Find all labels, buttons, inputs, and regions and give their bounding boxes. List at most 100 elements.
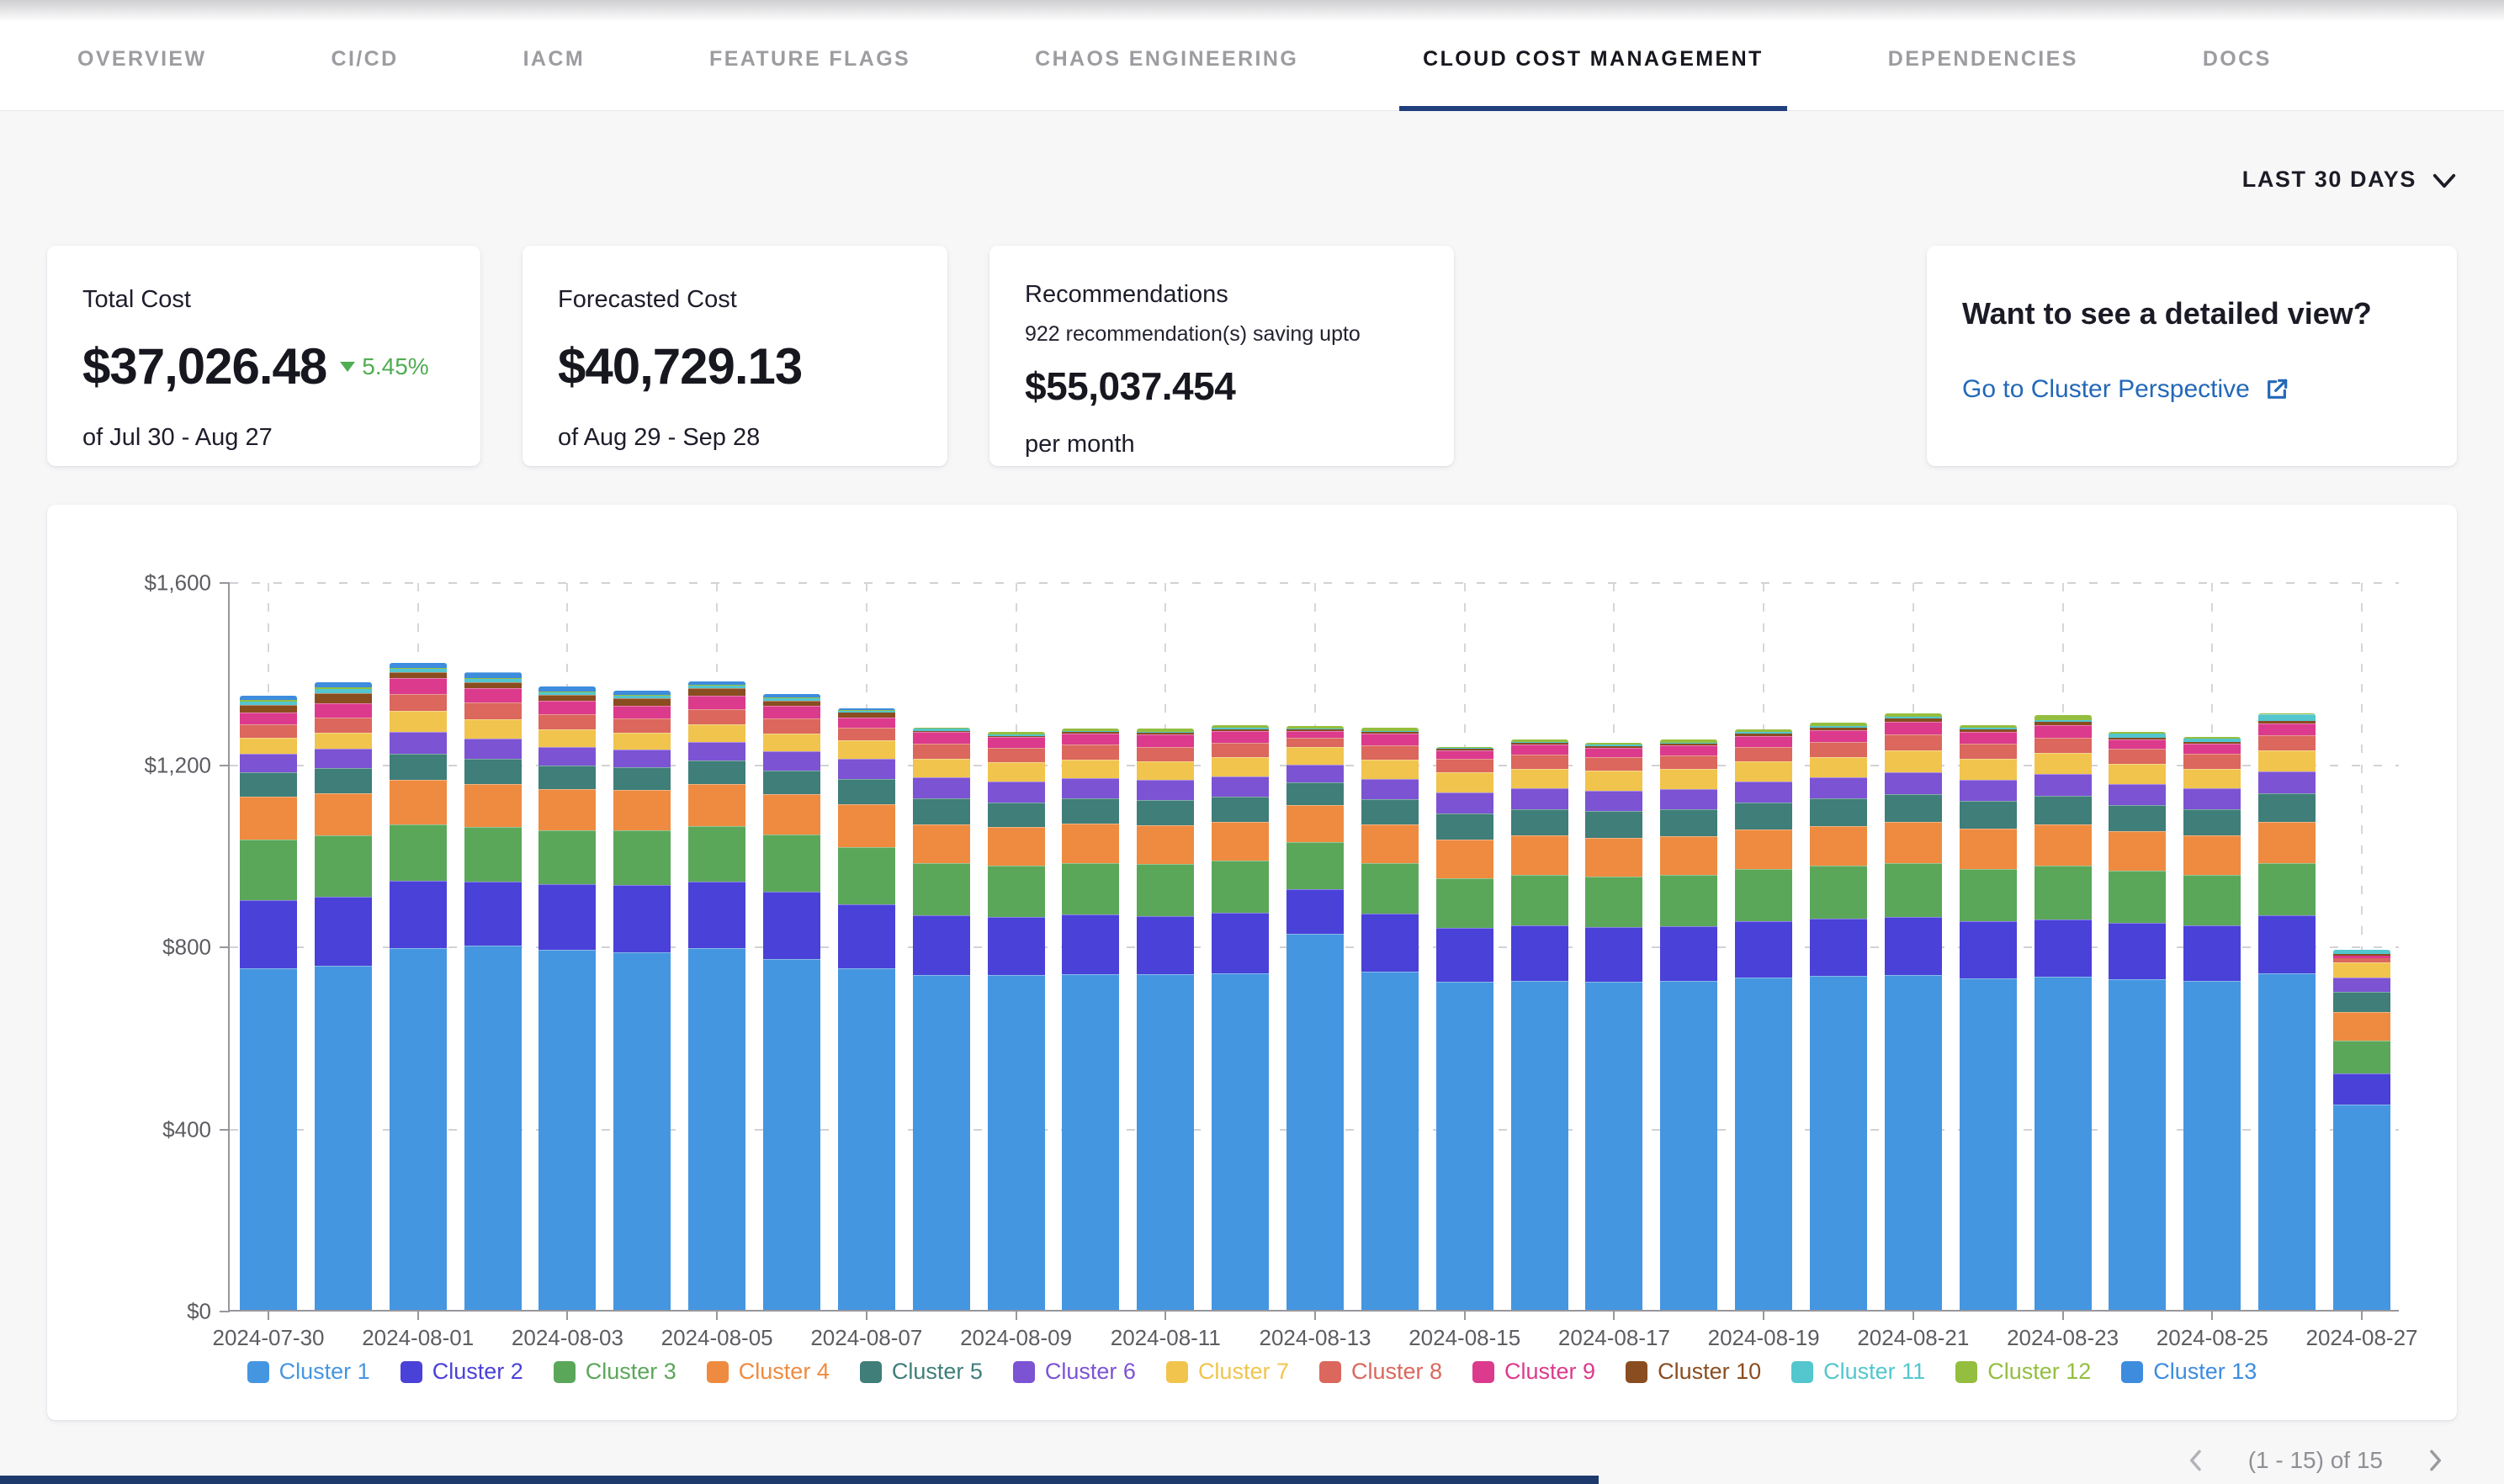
bar-2024-08-17[interactable]: [1585, 743, 1642, 1310]
legend-item-cluster-6[interactable]: Cluster 6: [1013, 1359, 1136, 1385]
bar-2024-08-09[interactable]: [988, 732, 1045, 1310]
bar-segment-cluster-5: [2333, 992, 2390, 1012]
bar-2024-08-02[interactable]: [464, 672, 522, 1310]
bar-segment-cluster-4: [1137, 825, 1194, 864]
bar-2024-08-11[interactable]: [1137, 729, 1194, 1310]
bar-2024-08-16[interactable]: [1511, 739, 1568, 1310]
bar-segment-cluster-5: [538, 766, 596, 789]
bar-segment-cluster-4: [1735, 829, 1792, 870]
module-tab-bar: OVERVIEW CI/CD IACM FEATURE FLAGS CHAOS ENGI…: [0, 0, 2504, 111]
chevron-left-icon[interactable]: [2183, 1447, 2210, 1474]
bar-2024-08-10[interactable]: [1062, 729, 1119, 1310]
bar-segment-cluster-8: [1960, 744, 2017, 759]
bar-segment-cluster-6: [613, 750, 671, 768]
bar-2024-07-31[interactable]: [315, 682, 372, 1310]
bar-segment-cluster-3: [1361, 863, 1419, 914]
tab-ci-cd[interactable]: CI/CD: [308, 8, 422, 111]
legend-swatch: [1626, 1361, 1647, 1383]
bar-segment-cluster-3: [1137, 864, 1194, 916]
bar-2024-08-25[interactable]: [2183, 737, 2241, 1310]
date-range-selector[interactable]: LAST 30 DAYS: [2242, 162, 2457, 197]
tab-docs[interactable]: DOCS: [2179, 8, 2295, 111]
bar-segment-cluster-6: [2109, 784, 2166, 805]
legend-item-cluster-12[interactable]: Cluster 12: [1955, 1359, 2091, 1385]
bar-segment-cluster-5: [838, 779, 895, 804]
legend-item-cluster-13[interactable]: Cluster 13: [2121, 1359, 2257, 1385]
bar-segment-cluster-9: [838, 718, 895, 728]
tab-cloud-cost-management[interactable]: CLOUD COST MANAGEMENT: [1399, 8, 1787, 111]
bar-2024-08-27[interactable]: [2333, 950, 2390, 1310]
bar-segment-cluster-8: [613, 718, 671, 733]
bar-segment-cluster-9: [464, 688, 522, 702]
bar-segment-cluster-3: [390, 824, 447, 881]
bar-segment-cluster-6: [2034, 774, 2092, 796]
legend-item-cluster-3[interactable]: Cluster 3: [554, 1359, 676, 1385]
bar-segment-cluster-1: [988, 975, 1045, 1310]
bar-2024-08-21[interactable]: [1885, 713, 1942, 1310]
bar-segment-cluster-3: [1286, 842, 1344, 890]
legend-item-cluster-4[interactable]: Cluster 4: [707, 1359, 830, 1385]
bar-segment-cluster-2: [688, 882, 745, 948]
bar-segment-cluster-8: [1511, 755, 1568, 768]
bar-2024-08-26[interactable]: [2258, 713, 2316, 1310]
bar-segment-cluster-4: [838, 804, 895, 847]
bar-segment-cluster-6: [464, 739, 522, 759]
bar-2024-08-07[interactable]: [838, 708, 895, 1310]
legend-label: Cluster 4: [739, 1359, 830, 1385]
bar-segment-cluster-2: [2034, 920, 2092, 977]
bar-2024-08-12[interactable]: [1212, 725, 1269, 1310]
bar-2024-08-01[interactable]: [390, 663, 447, 1310]
bar-segment-cluster-1: [464, 946, 522, 1310]
bar-segment-cluster-10: [315, 693, 372, 703]
bar-segment-cluster-5: [464, 759, 522, 784]
tab-overview[interactable]: OVERVIEW: [54, 8, 231, 111]
legend-item-cluster-2[interactable]: Cluster 2: [401, 1359, 523, 1385]
bar-segment-cluster-8: [2183, 754, 2241, 768]
legend-item-cluster-11[interactable]: Cluster 11: [1791, 1359, 1925, 1385]
legend-item-cluster-1[interactable]: Cluster 1: [247, 1359, 370, 1385]
legend-item-cluster-7[interactable]: Cluster 7: [1166, 1359, 1289, 1385]
legend-item-cluster-5[interactable]: Cluster 5: [860, 1359, 983, 1385]
bar-segment-cluster-6: [988, 782, 1045, 802]
bar-segment-cluster-6: [315, 749, 372, 768]
bar-2024-08-05[interactable]: [688, 681, 745, 1310]
tab-dependencies[interactable]: DEPENDENCIES: [1865, 8, 2102, 111]
forecasted-cost-title: Forecasted Cost: [558, 286, 912, 314]
legend-item-cluster-8[interactable]: Cluster 8: [1319, 1359, 1442, 1385]
legend-item-cluster-10[interactable]: Cluster 10: [1626, 1359, 1761, 1385]
cluster-perspective-link-label: Go to Cluster Perspective: [1962, 375, 2250, 404]
legend-item-cluster-9[interactable]: Cluster 9: [1472, 1359, 1595, 1385]
bar-2024-08-04[interactable]: [613, 691, 671, 1310]
bar-segment-cluster-8: [2258, 735, 2316, 750]
bar-2024-08-19[interactable]: [1735, 729, 1792, 1311]
bar-segment-cluster-6: [1361, 779, 1419, 799]
bar-2024-08-20[interactable]: [1810, 723, 1867, 1310]
bar-segment-cluster-4: [1960, 829, 2017, 869]
tab-chaos-engineering[interactable]: CHAOS ENGINEERING: [1011, 8, 1322, 111]
bar-2024-08-08[interactable]: [913, 728, 970, 1310]
bar-2024-08-14[interactable]: [1361, 728, 1419, 1310]
bar-segment-cluster-2: [2109, 923, 2166, 979]
bar-2024-08-18[interactable]: [1660, 739, 1717, 1310]
bar-segment-cluster-6: [2258, 771, 2316, 793]
bar-segment-cluster-6: [763, 751, 820, 771]
bar-2024-08-23[interactable]: [2034, 715, 2092, 1310]
bar-2024-08-06[interactable]: [763, 694, 820, 1310]
bar-2024-08-22[interactable]: [1960, 725, 2017, 1310]
tab-feature-flags[interactable]: FEATURE FLAGS: [686, 8, 934, 111]
tab-iacm[interactable]: IACM: [500, 8, 608, 111]
bar-segment-cluster-9: [1660, 745, 1717, 755]
bar-segment-cluster-8: [838, 728, 895, 740]
bar-2024-08-24[interactable]: [2109, 732, 2166, 1310]
bar-segment-cluster-4: [1286, 805, 1344, 841]
bar-2024-08-15[interactable]: [1436, 747, 1493, 1310]
bar-2024-08-03[interactable]: [538, 686, 596, 1310]
cluster-perspective-link[interactable]: Go to Cluster Perspective: [1962, 375, 2290, 404]
bar-2024-08-13[interactable]: [1286, 726, 1344, 1310]
chevron-right-icon[interactable]: [2422, 1447, 2448, 1474]
bar-segment-cluster-5: [390, 754, 447, 780]
bar-segment-cluster-7: [1960, 759, 2017, 780]
bar-2024-07-30[interactable]: [240, 696, 297, 1310]
legend-swatch: [247, 1361, 269, 1383]
x-axis-tick: [2211, 1310, 2213, 1320]
